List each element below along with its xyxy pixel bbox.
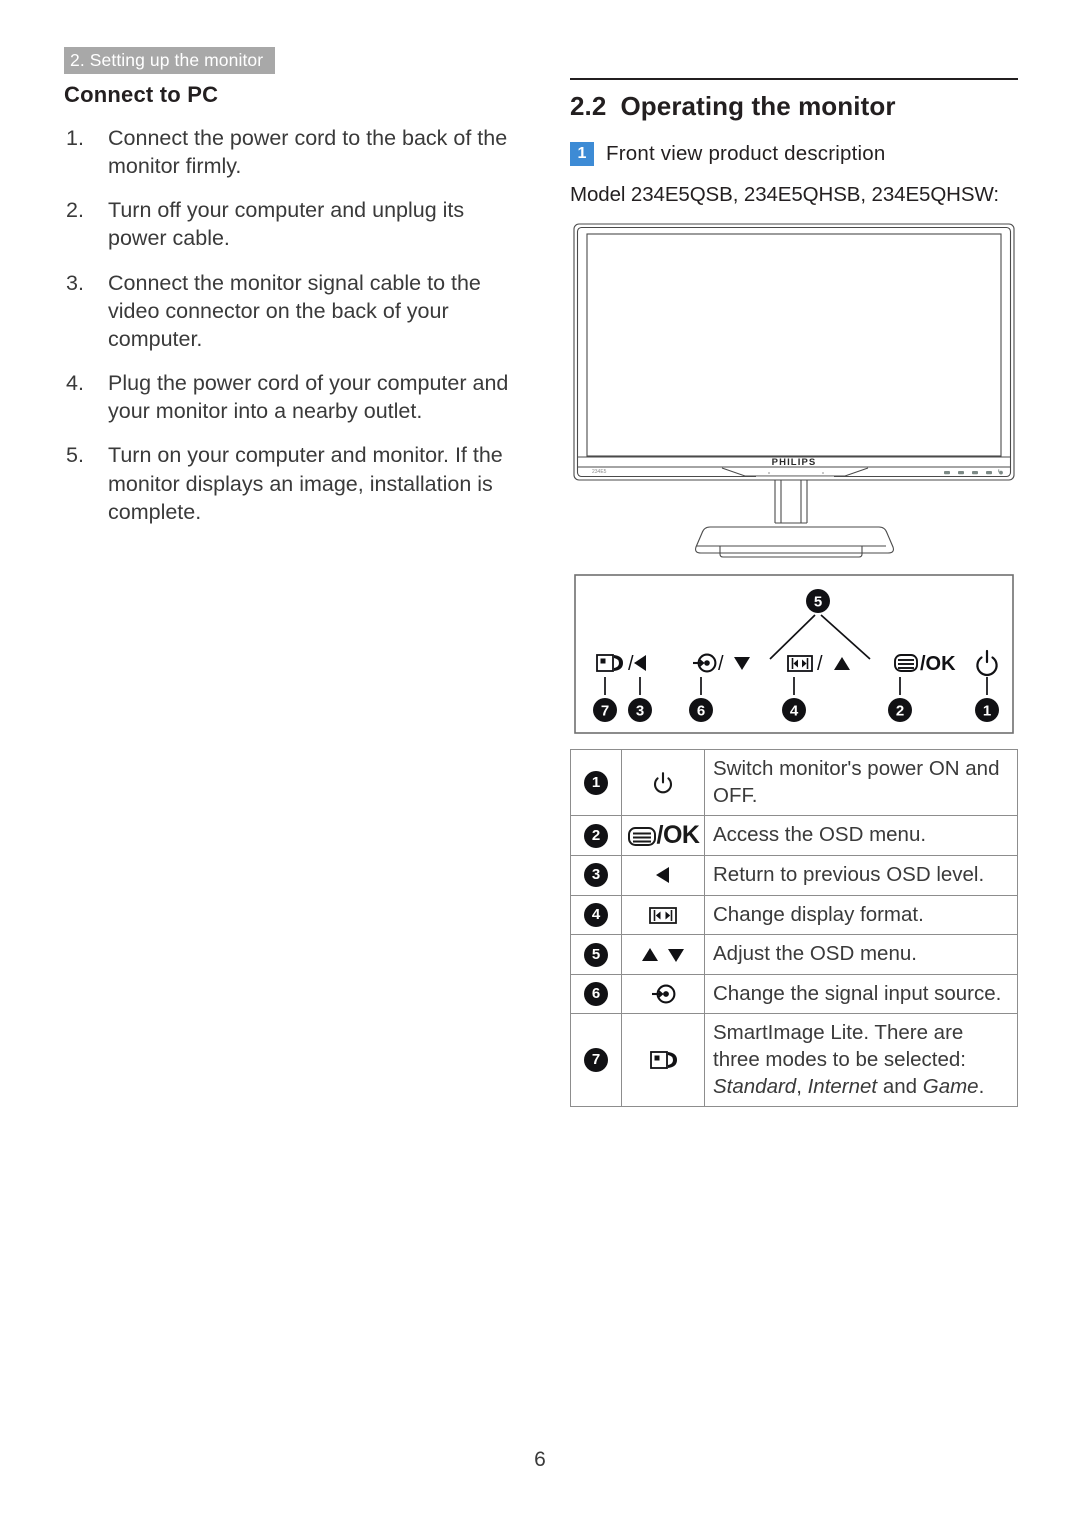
row-badge: 7 [584, 1048, 608, 1073]
row-icon-cell: /OK [621, 815, 705, 856]
table-row: 4 Change display format. [570, 894, 1018, 936]
slash-separator-3: / [817, 653, 823, 675]
model-line: Model 234E5QSB, 234E5QHSB, 234E5QHSW: [570, 183, 999, 206]
step-number: 2. [66, 198, 84, 223]
row-badge: 1 [584, 770, 608, 795]
row-number-cell: 4 [570, 894, 622, 936]
row-number-cell: 7 [570, 1013, 622, 1108]
smartimage-desc-pre: SmartImage Lite. There are three modes t… [713, 1021, 966, 1072]
callout-badge-7-label: 7 [601, 703, 609, 720]
list-item: 5. Turn on your computer and monitor. If… [64, 441, 516, 525]
step-number: 3. [66, 270, 84, 295]
step-text: Connect the power cord to the back of th… [108, 126, 508, 179]
section-number: 2.2 [570, 91, 607, 121]
step-number: 4. [66, 371, 84, 396]
up-arrow-icon [641, 947, 658, 961]
row-description: Access the OSD menu. [704, 815, 1018, 856]
row-description: Change display format. [704, 894, 1018, 936]
monitor-front-view-illustration: PHILIPS 234E5 [570, 221, 1018, 559]
row-icon-cell [621, 894, 705, 936]
mode-game: Game [922, 1074, 979, 1098]
callout-badge-5-label: 5 [814, 594, 822, 611]
table-row: 3 Return to previous OSD level. [570, 854, 1018, 896]
display-format-icon [649, 906, 677, 924]
row-icon-cell [621, 934, 705, 975]
ok-label: /OK [656, 821, 700, 850]
callout-badge-6-label: 6 [697, 703, 705, 720]
row-badge: 3 [584, 863, 608, 888]
philips-logo: PHILIPS [772, 457, 817, 468]
left-column: Connect to PC 1. Connect the power cord … [64, 82, 516, 542]
row-number-cell: 6 [570, 973, 622, 1015]
power-icon [653, 771, 673, 793]
control-key-table: 1 Switch monitor's power ON and OFF. 2 /… [570, 748, 1018, 1108]
row-badge: 6 [584, 982, 608, 1007]
row-description: Adjust the OSD menu. [704, 934, 1018, 975]
menu-ok-label: /OK [920, 653, 956, 675]
list-item: 4. Plug the power cord of your computer … [64, 369, 516, 425]
step-text: Turn on your computer and monitor. If th… [108, 443, 503, 524]
row-badge: 4 [584, 902, 608, 927]
connect-steps-list: 1. Connect the power cord to the back of… [64, 124, 516, 526]
table-row: 1 Switch monitor's power ON and OFF. [570, 748, 1018, 817]
row-number-cell: 1 [570, 748, 622, 817]
section-rule [570, 78, 1018, 80]
list-item: 3. Connect the monitor signal cable to t… [64, 269, 516, 353]
step-text: Plug the power cord of your computer and… [108, 371, 509, 424]
list-item: 1. Connect the power cord to the back of… [64, 124, 516, 180]
subsection-label: Front view product description [606, 142, 886, 165]
table-row: 5 Adjust the OSD menu. [570, 934, 1018, 975]
smartimage-icon [650, 1051, 677, 1070]
row-number-cell: 5 [570, 934, 622, 975]
down-arrow-icon [668, 948, 685, 962]
row-number-cell: 3 [570, 854, 622, 896]
row-badge: 2 [584, 823, 608, 848]
row-badge: 5 [584, 942, 608, 967]
input-source-icon [652, 984, 676, 1004]
row-icon-cell [621, 748, 705, 817]
mode-internet: Internet [807, 1074, 878, 1098]
row-icon-cell [621, 1013, 705, 1108]
callout-badge-2-label: 2 [896, 703, 904, 720]
callout-badge-3-label: 3 [636, 703, 644, 720]
callout-badge-1-label: 1 [983, 703, 991, 720]
page-title: 2.2 Operating the monitor [570, 91, 1018, 122]
right-column: 2.2 Operating the monitor 1 Front view p… [570, 78, 1018, 1108]
sep-3: . [978, 1074, 985, 1098]
mode-standard: Standard [713, 1074, 797, 1098]
list-item: 2. Turn off your computer and unplug its… [64, 196, 516, 252]
menu-icon [627, 826, 656, 846]
row-description: Change the signal input source. [704, 973, 1018, 1015]
step-number: 1. [66, 126, 84, 150]
running-header: 2. Setting up the monitor [64, 47, 276, 75]
callout-badge-4-label: 4 [790, 703, 799, 720]
row-number-cell: 2 [570, 815, 622, 856]
sep-2: and [877, 1074, 923, 1098]
row-icon-cell [621, 973, 705, 1015]
step-text: Connect the monitor signal cable to the … [108, 270, 481, 351]
subsection-heading: 1 Front view product description [570, 142, 1018, 166]
step-text: Turn off your computer and unplug its po… [108, 198, 465, 251]
row-description: Switch monitor's power ON and OFF. [704, 748, 1018, 817]
row-description: Return to previous OSD level. [704, 854, 1018, 896]
control-panel-diagram: 5 / / / /OK 7 3 6 4 2 1 [570, 571, 1018, 739]
row-description: SmartImage Lite. There are three modes t… [704, 1013, 1018, 1108]
table-row: 7 SmartImage Lite. There are three modes… [570, 1013, 1018, 1108]
bezel-model-mark: 234E5 [592, 469, 607, 475]
bezel-control-marks [944, 469, 1003, 475]
slash-separator-1: / [628, 653, 634, 675]
table-row: 2 /OK Access the OSD menu. [570, 815, 1018, 856]
sep-1: , [796, 1074, 808, 1098]
page-number: 6 [534, 1448, 546, 1471]
section-title: Operating the monitor [620, 91, 896, 121]
row-icon-cell [621, 854, 705, 896]
document-page: 2. Setting up the monitor Connect to PC … [0, 0, 1080, 1532]
status-badge: 1 [570, 142, 594, 166]
left-arrow-icon [656, 867, 669, 884]
step-number: 5. [66, 443, 84, 468]
connect-to-pc-heading: Connect to PC [64, 82, 219, 107]
slash-separator-2: / [718, 653, 724, 675]
table-row: 6 Change the signal input source. [570, 973, 1018, 1015]
